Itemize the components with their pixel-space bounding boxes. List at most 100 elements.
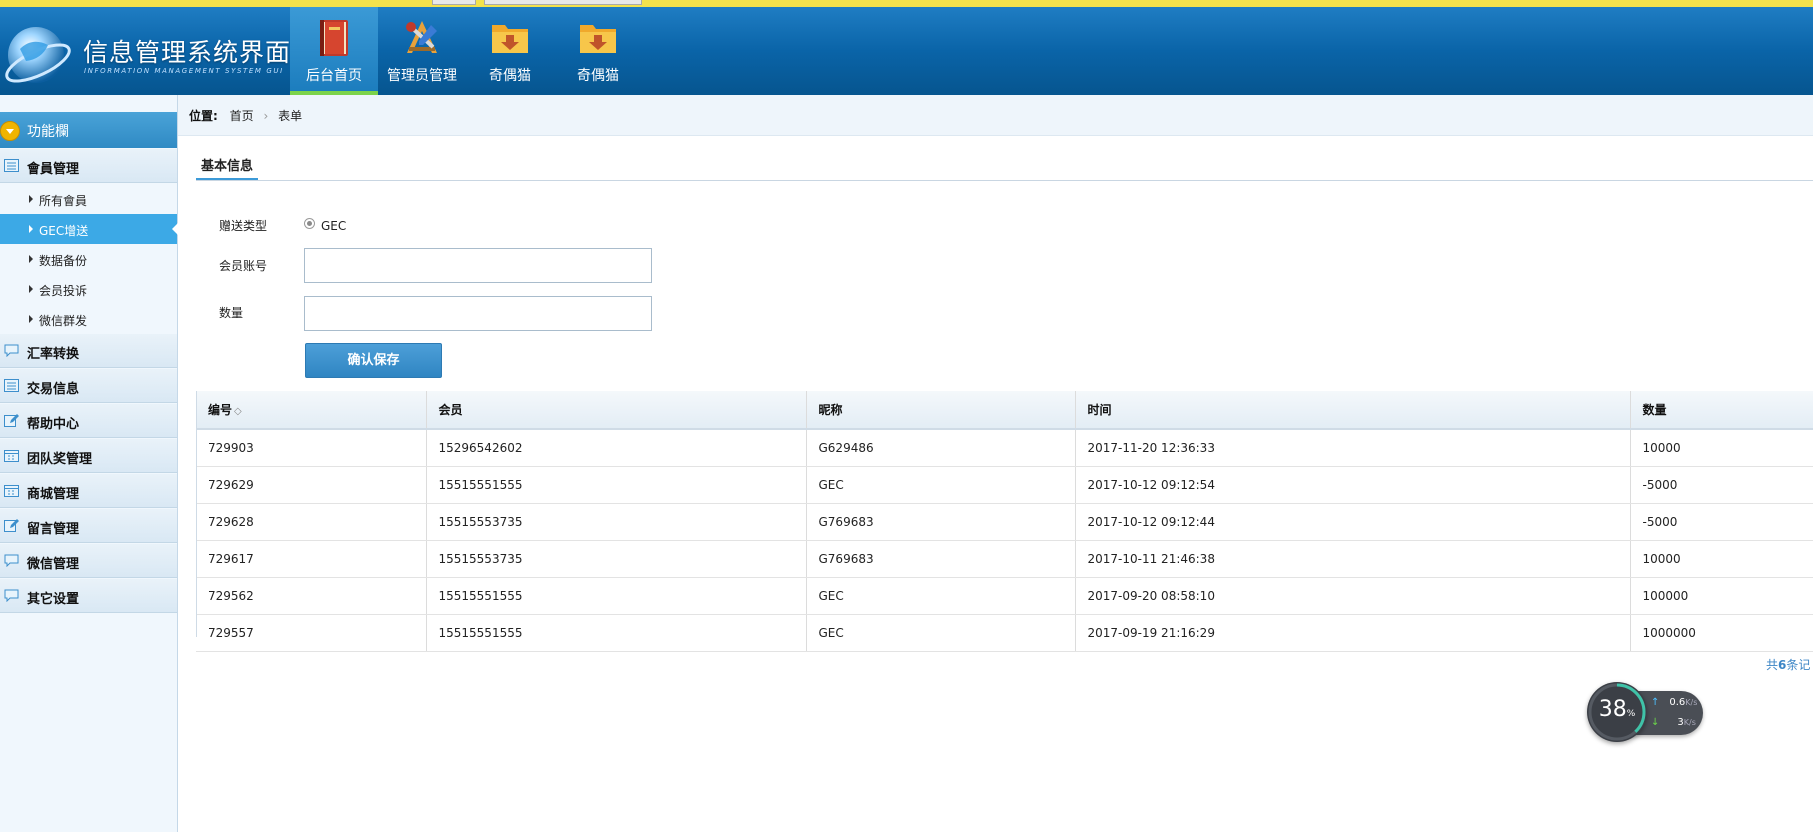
caret-right-icon <box>29 225 33 233</box>
arrow-down-icon: ↓ <box>1651 717 1660 728</box>
pager-prefix: 共 <box>1766 658 1779 672</box>
usage-percent-value: 38 <box>1598 697 1627 722</box>
table-row[interactable]: 729562 15515551555 GEC 2017-09-20 08:58:… <box>196 577 1813 615</box>
nav-qioumao-1[interactable]: 奇偶猫 <box>466 7 554 95</box>
sidebar-item-data-backup[interactable]: 数据备份 <box>0 244 177 274</box>
cell-member: 15515551555 <box>425 466 806 504</box>
menu-member-management[interactable]: 會員管理 <box>0 149 177 183</box>
menu-exchange-rate-label: 汇率转换 <box>27 347 80 362</box>
browser-tab-stub <box>432 0 476 5</box>
list-icon <box>4 159 19 172</box>
menu-exchange-rate[interactable]: 汇率转换 <box>0 334 177 368</box>
app-subtitle: INFORMATION MANAGEMENT SYSTEM GUI <box>84 67 284 75</box>
cell-nickname: GEC <box>805 466 1075 504</box>
edit-icon <box>4 519 19 532</box>
sort-icon[interactable]: ◇ <box>234 406 242 417</box>
cell-quantity: 10000 <box>1629 429 1813 467</box>
usage-percent: 38% <box>1587 697 1647 722</box>
memory-usage-dial: 38% <box>1587 682 1647 742</box>
sidebar-item-wechat-broadcast[interactable]: 微信群发 <box>0 304 177 334</box>
menu-wechat-management[interactable]: 微信管理 <box>0 544 177 578</box>
folder-download-icon <box>580 25 616 53</box>
cell-nickname: G769683 <box>805 503 1075 541</box>
table-row[interactable]: 729628 15515553735 G769683 2017-10-12 09… <box>196 503 1813 541</box>
cell-id: 729557 <box>196 614 426 652</box>
sidebar-heading[interactable]: 功能欄 <box>0 112 177 148</box>
cell-id: 729562 <box>196 577 426 615</box>
menu-member-management-label: 會員管理 <box>27 162 80 177</box>
column-header-id[interactable]: 编号 ◇ <box>196 391 426 430</box>
tab-basic-info[interactable]: 基本信息 <box>196 152 258 181</box>
cell-member: 15515553735 <box>425 503 806 541</box>
cell-quantity: 100000 <box>1629 577 1813 615</box>
menu-team-bonus[interactable]: 团队奖管理 <box>0 439 177 473</box>
breadcrumb-separator: › <box>263 109 269 123</box>
column-header-id-label: 编号 <box>208 403 233 417</box>
cell-time: 2017-11-20 12:36:33 <box>1074 429 1630 467</box>
tools-icon <box>406 21 437 53</box>
menu-help-center[interactable]: 帮助中心 <box>0 404 177 438</box>
pager-summary: 共6条记 <box>1766 656 1810 673</box>
nav-admin[interactable]: 管理员管理 <box>378 7 466 95</box>
table-row[interactable]: 729903 15296542602 G629486 2017-11-20 12… <box>196 429 1813 467</box>
upload-speed-unit: K/s <box>1685 698 1698 707</box>
menu-mall-management-label: 商城管理 <box>27 487 80 502</box>
calendar-icon <box>4 485 19 497</box>
sidebar-item-member-complaints[interactable]: 会员投诉 <box>0 274 177 304</box>
folder-download-icon <box>492 25 528 53</box>
nav-qioumao-2[interactable]: 奇偶猫 <box>554 7 642 95</box>
cell-member: 15515553735 <box>425 540 806 578</box>
sidebar: 功能欄 會員管理 所有會員 GEC增送 数据备份 会员投诉 微信群发 汇率转换 … <box>0 95 178 832</box>
browser-address-stub <box>484 0 642 5</box>
table-row[interactable]: 729617 15515553735 G769683 2017-10-11 21… <box>196 540 1813 578</box>
nav-admin-label: 管理员管理 <box>387 68 457 84</box>
nav-home[interactable]: 后台首页 <box>290 7 378 95</box>
app-title: 信息管理系统界面 <box>83 38 292 67</box>
cell-nickname: GEC <box>805 614 1075 652</box>
cell-time: 2017-10-12 09:12:54 <box>1074 466 1630 504</box>
chat-icon <box>4 589 19 602</box>
cell-id: 729903 <box>196 429 426 467</box>
column-header-time: 时间 <box>1074 391 1630 430</box>
sidebar-heading-label: 功能欄 <box>27 124 69 140</box>
column-header-nickname: 昵称 <box>805 391 1075 430</box>
menu-wechat-management-label: 微信管理 <box>27 557 80 572</box>
cell-quantity: -5000 <box>1629 466 1813 504</box>
menu-mall-management[interactable]: 商城管理 <box>0 474 177 508</box>
cell-time: 2017-09-19 21:16:29 <box>1074 614 1630 652</box>
table-row[interactable]: 729629 15515551555 GEC 2017-10-12 09:12:… <box>196 466 1813 504</box>
browser-strip <box>0 0 1813 7</box>
breadcrumb-home-link[interactable]: 首页 <box>230 109 254 123</box>
cell-time: 2017-09-20 08:58:10 <box>1074 577 1630 615</box>
cell-nickname: G629486 <box>805 429 1075 467</box>
calendar-icon <box>4 450 19 462</box>
upload-speed-value: 0.6 <box>1669 697 1686 708</box>
caret-right-icon <box>29 195 33 203</box>
sidebar-item-all-members[interactable]: 所有會員 <box>0 184 177 214</box>
breadcrumb-current: 表单 <box>278 109 303 123</box>
quantity-input[interactable] <box>304 296 652 331</box>
member-account-input[interactable] <box>304 248 652 283</box>
app-header: 信息管理系统界面 INFORMATION MANAGEMENT SYSTEM G… <box>0 7 1813 95</box>
table-row[interactable]: 729557 15515551555 GEC 2017-09-19 21:16:… <box>196 614 1813 652</box>
records-table: 编号 ◇ 会员 昵称 时间 数量 729903 15296542602 G6294… <box>196 391 1813 652</box>
sidebar-item-label: 所有會員 <box>39 194 88 208</box>
menu-trade-info[interactable]: 交易信息 <box>0 369 177 403</box>
cell-quantity: 10000 <box>1629 540 1813 578</box>
menu-other-settings-label: 其它设置 <box>27 592 80 607</box>
breadcrumb: 位置: 首页 › 表单 <box>189 107 302 124</box>
table-left-border <box>196 391 197 637</box>
gift-type-label: 赠送类型 <box>219 219 268 233</box>
menu-other-settings[interactable]: 其它设置 <box>0 579 177 613</box>
menu-message-management[interactable]: 留言管理 <box>0 509 177 543</box>
breadcrumb-bar: 位置: 首页 › 表单 <box>178 95 1813 136</box>
gift-type-radio-gec[interactable] <box>304 218 315 229</box>
arrow-up-icon: ↑ <box>1651 697 1660 708</box>
sidebar-item-gec-gift[interactable]: GEC增送 <box>0 214 178 244</box>
cell-time: 2017-10-12 09:12:44 <box>1074 503 1630 541</box>
cell-member: 15296542602 <box>425 429 806 467</box>
confirm-save-button[interactable]: 确认保存 <box>305 343 442 378</box>
caret-right-icon <box>29 255 33 263</box>
network-speed-widget[interactable]: ↑ 0.6K/s ↓ 3K/s 38% <box>1587 682 1707 744</box>
member-account-label: 会员账号 <box>219 259 268 273</box>
